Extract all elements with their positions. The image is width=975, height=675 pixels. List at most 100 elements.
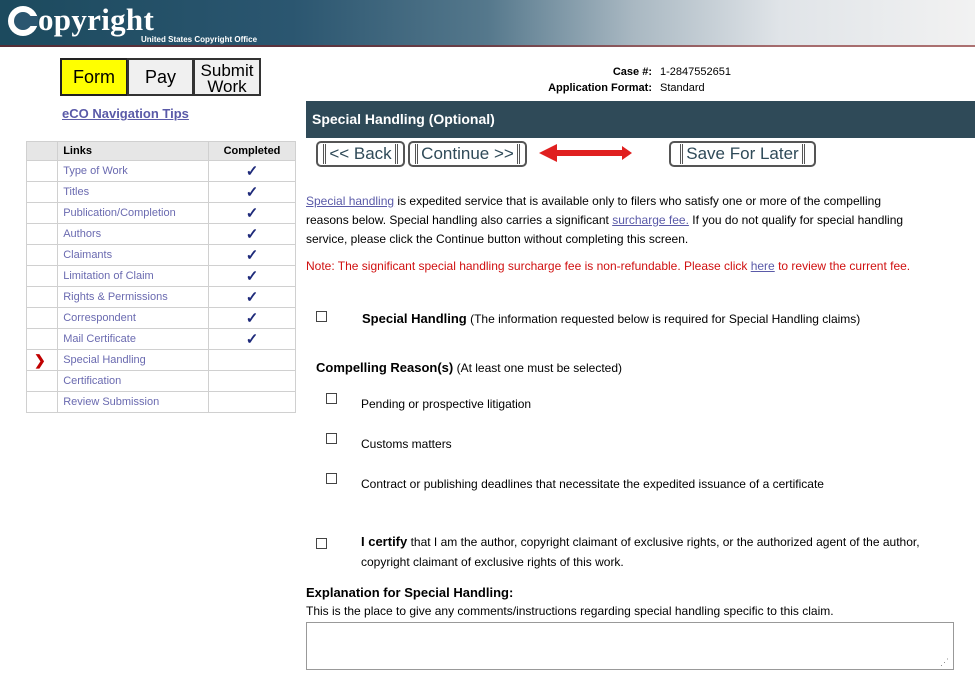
links-table-row: Authors ✓: [25, 223, 297, 245]
checkmark-icon: ✓: [245, 205, 259, 222]
row-marker-cell: [25, 307, 59, 329]
checkmark-icon: ✓: [245, 226, 259, 243]
link-cell: Type of Work: [57, 160, 209, 182]
links-table-row: Review Submission: [25, 391, 297, 413]
back-button[interactable]: << Back: [316, 141, 405, 167]
completed-cell: ✓: [207, 286, 297, 308]
certify-statement: I certify that I am the author, copyrigh…: [361, 532, 920, 572]
nav-link[interactable]: Publication/Completion: [63, 207, 176, 219]
completed-cell: ✓: [207, 223, 297, 245]
checkmark-icon: ✓: [245, 310, 259, 327]
logo-text: opyright: [38, 2, 155, 37]
link-cell: Limitation of Claim: [57, 265, 209, 287]
fee-here-link[interactable]: here: [751, 259, 775, 273]
special-handling-title: Special Handling: [362, 311, 467, 326]
note-text-1: Note: The significant special handling s…: [306, 259, 751, 273]
logo-subtitle: United States Copyright Office: [141, 35, 258, 44]
links-table-row: ❯ Special Handling: [25, 349, 297, 371]
continue-button[interactable]: Continue >>: [408, 141, 527, 167]
row-marker-cell: [25, 265, 59, 287]
step-tab-submit-line2: Work: [207, 77, 247, 96]
row-marker-cell: [25, 202, 59, 224]
row-marker-cell: [25, 328, 59, 350]
section-title: Special Handling (Optional): [306, 101, 975, 138]
explanation-textarea[interactable]: [306, 622, 954, 670]
checkmark-icon: ✓: [245, 289, 259, 306]
special-handling-link[interactable]: Special handling: [306, 194, 394, 208]
nav-link[interactable]: Certification: [63, 375, 121, 387]
red-arrow-icon: [555, 150, 623, 156]
special-handling-checkbox[interactable]: [316, 311, 327, 322]
intro-paragraph: Special handling is expedited service th…: [306, 192, 906, 249]
links-table-row: Type of Work ✓: [25, 160, 297, 182]
step-tab-submit-work[interactable]: Submit Work: [193, 58, 261, 96]
nav-link[interactable]: Review Submission: [63, 396, 159, 408]
nav-link[interactable]: Special Handling: [63, 354, 146, 366]
completed-cell: ✓: [207, 160, 297, 182]
row-marker-cell: [25, 223, 59, 245]
explanation-help-text: This is the place to give any comments/i…: [306, 604, 834, 618]
nav-link[interactable]: Claimants: [63, 249, 112, 261]
compelling-reasons-heading: Compelling Reason(s) (At least one must …: [316, 360, 622, 375]
completed-cell: ✓: [207, 181, 297, 203]
row-marker-cell: [25, 160, 59, 182]
surcharge-fee-link[interactable]: surcharge fee.: [612, 213, 689, 227]
back-button-label: << Back: [323, 144, 398, 164]
completed-column-header: Completed: [207, 141, 297, 161]
reason-litigation-checkbox[interactable]: [326, 393, 337, 404]
application-format-value: Standard: [660, 82, 705, 94]
row-marker-cell: [25, 391, 59, 413]
nav-link[interactable]: Type of Work: [63, 165, 128, 177]
navigation-tips-link[interactable]: eCO Navigation Tips: [62, 106, 189, 121]
completed-cell: ✓: [207, 244, 297, 266]
fee-note: Note: The significant special handling s…: [306, 259, 910, 273]
step-tab-pay[interactable]: Pay: [127, 58, 194, 96]
nav-link[interactable]: Mail Certificate: [63, 333, 136, 345]
links-table-body: Type of Work ✓ Titles ✓ Publication/Completi…: [25, 160, 297, 413]
save-for-later-label: Save For Later: [680, 144, 805, 164]
save-for-later-button[interactable]: Save For Later: [669, 141, 816, 167]
links-table-row: Mail Certificate ✓: [25, 328, 297, 350]
completed-cell: ✓: [207, 202, 297, 224]
reason-deadlines-checkbox[interactable]: [326, 473, 337, 484]
special-handling-label: Special Handling (The information reques…: [362, 311, 860, 326]
links-column-header: Links: [57, 141, 209, 161]
checkmark-icon: ✓: [245, 247, 259, 264]
checkmark-icon: ✓: [245, 163, 259, 180]
link-cell: Titles: [57, 181, 209, 203]
nav-link[interactable]: Rights & Permissions: [63, 291, 168, 303]
textarea-resize-grip-icon[interactable]: ⋰: [940, 657, 949, 668]
note-text-2: to review the current fee.: [774, 259, 911, 273]
reason-customs-checkbox[interactable]: [326, 433, 337, 444]
checkmark-icon: ✓: [245, 184, 259, 201]
special-handling-desc: (The information requested below is requ…: [466, 312, 861, 326]
row-marker-cell: [25, 286, 59, 308]
links-table-row: Limitation of Claim ✓: [25, 265, 297, 287]
completed-cell: [207, 370, 297, 392]
case-number-label: Case #:: [612, 66, 652, 78]
row-marker-cell: ❯: [25, 349, 59, 371]
completed-cell: [207, 391, 297, 413]
checkmark-icon: ✓: [245, 268, 259, 285]
step-tab-form[interactable]: Form: [60, 58, 128, 96]
nav-link[interactable]: Limitation of Claim: [63, 270, 153, 282]
link-cell: Authors: [57, 223, 209, 245]
link-cell: Mail Certificate: [57, 328, 209, 350]
reason-litigation-label: Pending or prospective litigation: [361, 397, 532, 411]
certify-line1: that I am the author, copyright claimant…: [407, 535, 920, 549]
certify-checkbox[interactable]: [316, 538, 327, 549]
red-arrow-icon-tail: [622, 146, 632, 160]
row-marker-cell: [25, 181, 59, 203]
checkmark-icon: ✓: [245, 331, 259, 348]
link-cell: Special Handling: [57, 349, 209, 371]
link-cell: Review Submission: [57, 391, 209, 413]
reason-deadlines-label: Contract or publishing deadlines that ne…: [361, 477, 824, 491]
nav-link[interactable]: Correspondent: [63, 312, 136, 324]
case-number-value: 1-2847552651: [660, 66, 731, 78]
row-marker-cell: [25, 370, 59, 392]
links-table-row: Titles ✓: [25, 181, 297, 203]
nav-link[interactable]: Authors: [63, 228, 101, 240]
nav-link[interactable]: Titles: [63, 186, 89, 198]
links-table: Links Completed Type of Work ✓ Titles ✓ Publ…: [25, 141, 297, 413]
copyright-logo-icon-cut: [26, 16, 38, 26]
